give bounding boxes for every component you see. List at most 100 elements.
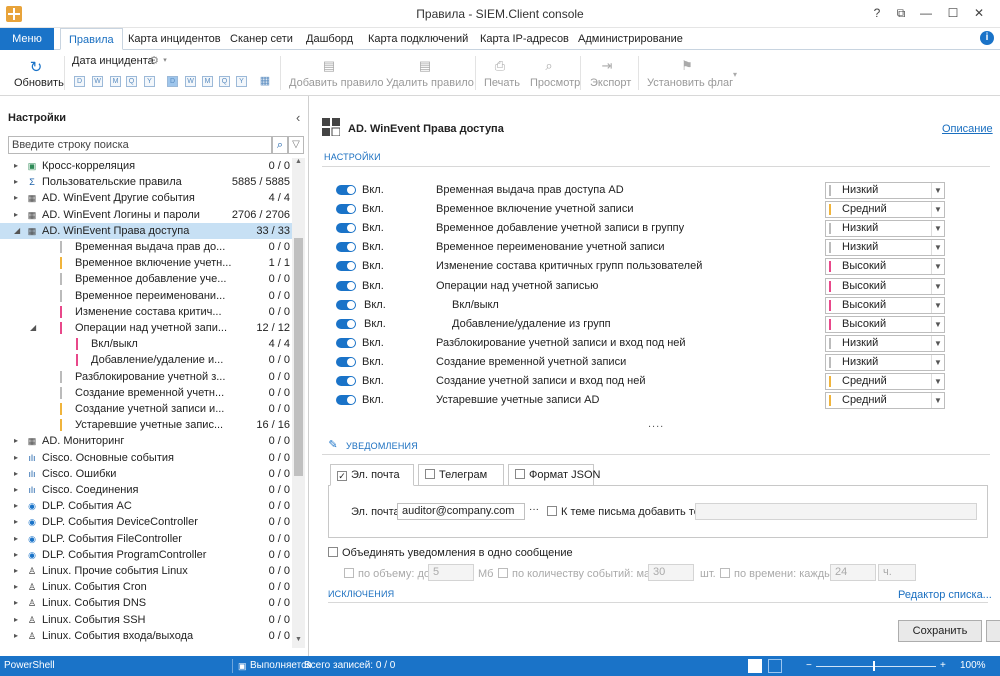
- info-icon[interactable]: i: [980, 31, 994, 45]
- expand-arrow-icon[interactable]: ▸: [14, 174, 18, 190]
- date-filter-quarter-2[interactable]: Q: [219, 76, 230, 87]
- tree-item[interactable]: Создание временной учетн... 0 / 0: [0, 385, 292, 401]
- rule-toggle[interactable]: [336, 318, 356, 329]
- restore-layout-button[interactable]: ⧉: [890, 4, 912, 22]
- tree-item[interactable]: ▸ ▣ Кросс-корреляция 0 / 0: [0, 158, 292, 174]
- date-filter-year[interactable]: Y: [144, 76, 155, 87]
- tab-administration[interactable]: Администрирование: [570, 28, 691, 50]
- tree-item[interactable]: ▸ ılı Cisco. Соединения 0 / 0: [0, 482, 292, 498]
- expand-arrow-icon[interactable]: ▸: [14, 531, 18, 547]
- zoom-slider-thumb[interactable]: [873, 661, 875, 671]
- tab-dashboard[interactable]: Дашборд: [298, 28, 361, 50]
- zoom-out-icon[interactable]: −: [806, 656, 812, 676]
- calendar-icon[interactable]: ▦: [258, 74, 272, 87]
- tab-json-format[interactable]: Формат JSON: [508, 464, 600, 486]
- date-filter-month[interactable]: M: [110, 76, 121, 87]
- tree-item[interactable]: Временное добавление учe... 0 / 0: [0, 271, 292, 287]
- severity-select[interactable]: Высокий ▼: [825, 315, 945, 333]
- tab-connections-map[interactable]: Карта подключений: [360, 28, 476, 50]
- rule-toggle[interactable]: [336, 280, 356, 291]
- set-flag-button[interactable]: Установить флаг: [647, 77, 733, 89]
- date-filter-day-2[interactable]: D: [167, 76, 178, 87]
- refresh-button[interactable]: Обновить: [14, 77, 64, 89]
- collapse-arrow-icon[interactable]: ◢: [14, 223, 20, 239]
- date-filter-year-2[interactable]: Y: [236, 76, 247, 87]
- list-editor-link[interactable]: Редактор списка...: [898, 589, 992, 601]
- chevron-down-icon[interactable]: ▼: [931, 335, 944, 351]
- date-filter-week[interactable]: W: [92, 76, 103, 87]
- tree-item[interactable]: ▸ ◉ DLP. События FileController 0 / 0: [0, 531, 292, 547]
- flag-dropdown-icon[interactable]: ▾: [730, 70, 740, 79]
- severity-select[interactable]: Высокий ▼: [825, 258, 945, 276]
- add-rule-button[interactable]: Добавить правило: [289, 77, 384, 89]
- preview-button[interactable]: Просмотр: [530, 77, 580, 89]
- expand-arrow-icon[interactable]: ▸: [14, 190, 18, 206]
- by-size-input[interactable]: 5: [428, 564, 474, 581]
- tree-item[interactable]: Временное включение учетн... 1 / 1: [0, 255, 292, 271]
- chevron-down-icon[interactable]: ▼: [931, 297, 944, 313]
- save-button[interactable]: Сохранить: [898, 620, 982, 642]
- by-time-checkbox[interactable]: [720, 568, 730, 578]
- subject-tag-checkbox[interactable]: [547, 506, 557, 516]
- date-filter-month-2[interactable]: M: [202, 76, 213, 87]
- tree-item[interactable]: ▸ ▦ AD. WinEvent Другие события 4 / 4: [0, 190, 292, 206]
- zoom-in-icon[interactable]: +: [940, 656, 946, 676]
- tree-item[interactable]: ▸ ▦ AD. Мониторинг 0 / 0: [0, 433, 292, 449]
- rule-toggle[interactable]: [336, 376, 356, 386]
- tree-item[interactable]: ▸ ♙ Linux. События входа/выхода 0 / 0: [0, 628, 292, 644]
- chevron-down-icon[interactable]: ▼: [931, 240, 944, 256]
- by-count-input[interactable]: 30: [648, 564, 694, 581]
- combine-checkbox[interactable]: [328, 547, 338, 557]
- print-button[interactable]: Печать: [484, 77, 520, 89]
- date-filter-quarter[interactable]: Q: [126, 76, 137, 87]
- tree-item[interactable]: ◢ Операции над учетной запи... 12 / 12: [0, 320, 292, 336]
- by-count-checkbox[interactable]: [498, 568, 508, 578]
- zoom-slider[interactable]: [816, 666, 936, 667]
- rule-toggle[interactable]: [336, 337, 356, 348]
- rule-toggle[interactable]: [336, 204, 356, 215]
- tree-item[interactable]: ▸ ◉ DLP. События DeviceController 0 / 0: [0, 514, 292, 530]
- tree-item[interactable]: ▸ ◉ DLP. События ProgramController 0 / 0: [0, 547, 292, 563]
- gear-icon[interactable]: ⚙: [148, 54, 160, 67]
- expand-arrow-icon[interactable]: ▸: [14, 498, 18, 514]
- subject-tag-field[interactable]: [695, 503, 977, 520]
- by-time-input[interactable]: 24: [830, 564, 876, 581]
- tree-item[interactable]: ▸ ılı Cisco. Основные события 0 / 0: [0, 450, 292, 466]
- expand-arrow-icon[interactable]: ▸: [14, 207, 18, 223]
- expand-arrow-icon[interactable]: ▸: [14, 433, 18, 449]
- rule-toggle[interactable]: [336, 299, 356, 310]
- tree-item[interactable]: ▸ ♙ Linux. События DNS 0 / 0: [0, 595, 292, 611]
- tree-item[interactable]: ▸ ♙ Linux. Прочие события Linux 0 / 0: [0, 563, 292, 579]
- tree-item[interactable]: Временное переименовани... 0 / 0: [0, 288, 292, 304]
- rule-toggle[interactable]: [336, 261, 356, 272]
- help-button[interactable]: ?: [866, 4, 888, 22]
- refresh-icon[interactable]: ↻: [26, 58, 46, 76]
- date-filter-week-2[interactable]: W: [185, 76, 196, 87]
- delete-rule-button[interactable]: Удалить правило: [386, 77, 474, 89]
- tree-item[interactable]: Разблокирование учетной з... 0 / 0: [0, 369, 292, 385]
- search-icon[interactable]: ⌕: [272, 136, 288, 154]
- tree-item[interactable]: ▸ ♙ Linux. События SSH 0 / 0: [0, 612, 292, 628]
- tab-incident-map[interactable]: Карта инцидентов: [120, 28, 229, 50]
- tree-item[interactable]: ▸ ılı Cisco. Ошибки 0 / 0: [0, 466, 292, 482]
- expand-arrow-icon[interactable]: ▸: [14, 563, 18, 579]
- close-button[interactable]: ✕: [968, 4, 990, 22]
- severity-select[interactable]: Средний ▼: [825, 201, 945, 219]
- tab-ip-map[interactable]: Карта IP-адресов: [472, 28, 577, 50]
- severity-select[interactable]: Низкий ▼: [825, 239, 945, 257]
- chevron-down-icon[interactable]: ▼: [931, 354, 944, 370]
- minimize-button[interactable]: —: [915, 4, 937, 22]
- email-checkbox[interactable]: ✓: [337, 471, 347, 481]
- severity-select[interactable]: Низкий ▼: [825, 353, 945, 371]
- tab-email[interactable]: ✓ Эл. почта: [330, 464, 414, 486]
- tree-item[interactable]: ▸ Σ Пользовательские правила 5885 / 5885: [0, 174, 292, 190]
- export-button[interactable]: Экспорт: [590, 77, 631, 89]
- rule-toggle[interactable]: [336, 356, 356, 367]
- expand-arrow-icon[interactable]: ▸: [14, 514, 18, 530]
- expand-arrow-icon[interactable]: ▸: [14, 466, 18, 482]
- expand-arrow-icon[interactable]: ▸: [14, 158, 18, 174]
- chevron-down-icon[interactable]: ▼: [931, 393, 944, 409]
- tree-item[interactable]: Добавление/удаление и... 0 / 0: [0, 352, 292, 368]
- tab-telegram[interactable]: Телеграм: [418, 464, 504, 486]
- rule-toggle[interactable]: [336, 242, 356, 253]
